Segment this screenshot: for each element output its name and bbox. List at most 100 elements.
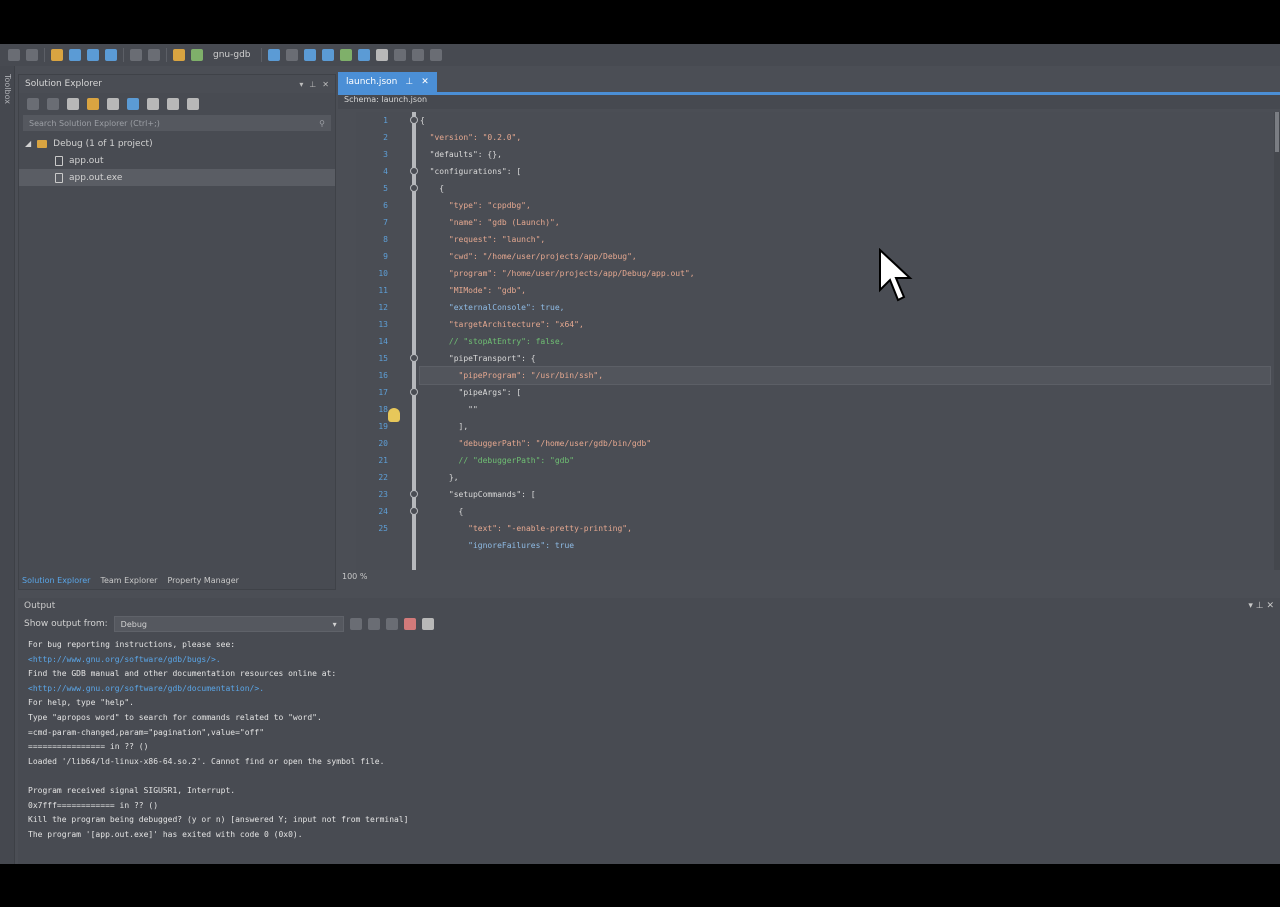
step-over-icon[interactable]: [321, 49, 334, 61]
code-line[interactable]: "pipeProgram": "/usr/bin/ssh",: [419, 366, 1271, 385]
prev-message-icon[interactable]: [367, 618, 380, 630]
step-into-icon[interactable]: [339, 49, 352, 61]
code-line[interactable]: "externalConsole": true,: [420, 299, 565, 316]
code-line[interactable]: "program": "/home/user/projects/app/Debu…: [420, 265, 695, 282]
code-line[interactable]: "defaults": {},: [420, 146, 502, 163]
line-number: 16: [378, 371, 388, 380]
code-line[interactable]: ],: [420, 418, 469, 435]
save-all-icon[interactable]: [105, 49, 117, 61]
solution-search-input[interactable]: Search Solution Explorer (Ctrl+;) ⚲: [23, 115, 331, 131]
switch-views-icon[interactable]: [87, 98, 99, 110]
fold-toggle-icon[interactable]: [410, 167, 418, 175]
refresh-icon[interactable]: [127, 98, 139, 110]
attach-icon[interactable]: [303, 49, 316, 61]
code-line[interactable]: "type": "cppdbg",: [420, 197, 531, 214]
show-all-files-icon[interactable]: [167, 98, 179, 110]
bookmark-next-icon[interactable]: [411, 49, 424, 61]
code-line[interactable]: "request": "launch",: [420, 231, 545, 248]
comment-icon[interactable]: [375, 49, 388, 61]
code-line[interactable]: "pipeArgs": [: [420, 384, 522, 401]
close-icon[interactable]: ✕: [1266, 601, 1274, 611]
back-icon[interactable]: [27, 98, 39, 110]
fold-toggle-icon[interactable]: [410, 490, 418, 498]
close-icon[interactable]: ✕: [322, 80, 329, 89]
search-icon[interactable]: ⚲: [319, 119, 325, 128]
code-line[interactable]: "text": "-enable-pretty-printing",: [420, 520, 632, 537]
bookmark-icon[interactable]: [393, 49, 406, 61]
tab-launch-json[interactable]: launch.json ⊥ ✕: [338, 72, 437, 92]
debug-target-select[interactable]: gnu-gdb: [209, 50, 255, 60]
code-line[interactable]: {: [420, 180, 444, 197]
zoom-level[interactable]: 100 %: [338, 572, 1280, 586]
fold-toggle-icon[interactable]: [410, 507, 418, 515]
step-icon[interactable]: [267, 49, 280, 61]
pin-icon[interactable]: ⊥: [309, 80, 316, 89]
tab-solution-explorer[interactable]: Solution Explorer: [22, 576, 90, 585]
fold-toggle-icon[interactable]: [410, 116, 418, 124]
code-line[interactable]: "": [420, 401, 478, 418]
lightbulb-icon[interactable]: [388, 408, 400, 422]
save-icon[interactable]: [87, 49, 99, 61]
output-line[interactable]: <http://www.gnu.org/software/gdb/documen…: [28, 682, 1270, 697]
undo-icon[interactable]: [130, 49, 142, 61]
code-line[interactable]: "configurations": [: [420, 163, 522, 180]
code-line[interactable]: "cwd": "/home/user/projects/app/Debug",: [420, 248, 637, 265]
code-line[interactable]: // "stopAtEntry": false,: [420, 333, 565, 350]
output-line: ================ in ?? (): [28, 742, 149, 752]
output-line[interactable]: <http://www.gnu.org/software/gdb/bugs/>.: [28, 653, 1270, 668]
code-line[interactable]: "setupCommands": [: [420, 486, 536, 503]
solution-config-icon[interactable]: [173, 49, 185, 61]
start-debug-icon[interactable]: [191, 49, 203, 61]
code-editor[interactable]: 1 2 3 4 5 6 7 8 9 10 11 12 13 14 15 16 17 18 19 20 21 22 23 24 2…: [356, 112, 1274, 570]
mouse-cursor-icon: [879, 248, 913, 302]
dropdown-icon[interactable]: ▾: [1248, 601, 1255, 611]
fold-toggle-icon[interactable]: [410, 184, 418, 192]
code-line[interactable]: "version": "0.2.0",: [420, 129, 522, 146]
word-wrap-icon[interactable]: [421, 618, 434, 630]
code-line[interactable]: "targetArchitecture": "x64",: [420, 316, 584, 333]
step-out-icon[interactable]: [357, 49, 370, 61]
toolbox-strip[interactable]: Toolbox: [0, 66, 15, 864]
pending-changes-icon[interactable]: [107, 98, 119, 110]
tree-item-file[interactable]: app.out: [19, 152, 335, 169]
back-icon[interactable]: [8, 49, 20, 61]
fold-toggle-icon[interactable]: [410, 354, 418, 362]
editor-scrollbar[interactable]: [1274, 112, 1280, 570]
clear-all-icon[interactable]: [403, 618, 416, 630]
tab-property-manager[interactable]: Property Manager: [167, 576, 238, 585]
home-icon[interactable]: [67, 98, 79, 110]
close-icon[interactable]: ✕: [421, 77, 429, 87]
code-line[interactable]: {: [420, 112, 425, 129]
code-line[interactable]: "ignoreFailures": true: [420, 537, 574, 554]
forward-icon[interactable]: [47, 98, 59, 110]
fold-toggle-icon[interactable]: [410, 388, 418, 396]
redo-icon[interactable]: [148, 49, 160, 61]
code-line[interactable]: "name": "gdb (Launch)",: [420, 214, 560, 231]
open-file-icon[interactable]: [69, 49, 81, 61]
next-message-icon[interactable]: [385, 618, 398, 630]
find-icon[interactable]: [349, 618, 362, 630]
code-line[interactable]: // "debuggerPath": "gdb": [420, 452, 575, 469]
code-line[interactable]: "pipeTransport": {: [420, 350, 536, 367]
code-line[interactable]: },: [420, 469, 459, 486]
pin-icon[interactable]: ⊥: [405, 77, 413, 87]
forward-icon[interactable]: [26, 49, 38, 61]
properties-icon[interactable]: [187, 98, 199, 110]
line-number: 21: [378, 456, 388, 465]
scrollbar-thumb[interactable]: [1275, 112, 1279, 152]
dropdown-icon[interactable]: ▾: [299, 80, 303, 89]
breakpoint-icon[interactable]: [285, 49, 298, 61]
code-line[interactable]: "debuggerPath": "/home/user/gdb/bin/gdb": [420, 435, 652, 452]
collapse-all-icon[interactable]: [147, 98, 159, 110]
new-project-icon[interactable]: [51, 49, 63, 61]
bookmark-prev-icon[interactable]: [429, 49, 442, 61]
code-line[interactable]: "MIMode": "gdb",: [420, 282, 526, 299]
output-source-select[interactable]: Debug ▾: [113, 616, 344, 632]
code-line[interactable]: {: [420, 503, 464, 520]
tree-item-file-selected[interactable]: app.out.exe: [19, 169, 335, 186]
tree-item-solution[interactable]: ◢ Debug (1 of 1 project): [19, 135, 335, 152]
tab-team-explorer[interactable]: Team Explorer: [100, 576, 157, 585]
expand-arrow-icon[interactable]: ◢: [25, 139, 31, 148]
pin-icon[interactable]: ⊥: [1256, 601, 1267, 611]
line-number: 7: [383, 218, 388, 227]
